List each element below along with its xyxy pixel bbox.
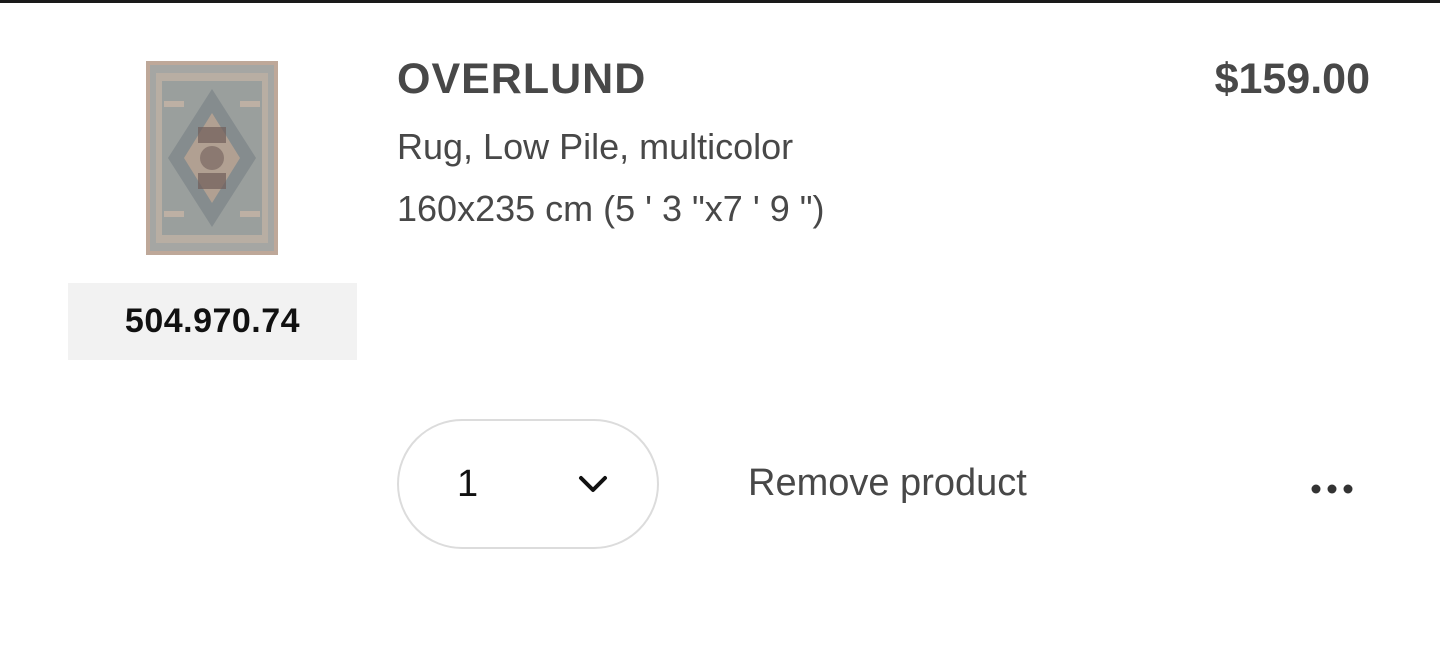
quantity-value: 1 <box>457 463 479 505</box>
product-description: Rug, Low Pile, multicolor <box>397 126 794 167</box>
article-number: 504.970.74 <box>68 283 357 360</box>
rug-image-graphic <box>146 61 278 255</box>
product-size: 160x235 cm (5 ' 3 "x7 ' 9 ") <box>397 188 825 229</box>
more-options-icon[interactable] <box>1303 473 1361 505</box>
product-image[interactable] <box>146 61 278 255</box>
chevron-down-icon <box>579 476 607 492</box>
remove-product-button[interactable]: Remove product <box>748 462 1027 505</box>
product-price: $159.00 <box>1214 55 1370 103</box>
cart-item-card: 504.970.74 OVERLUND Rug, Low Pile, multi… <box>0 3 1440 653</box>
product-name[interactable]: OVERLUND <box>397 55 646 104</box>
quantity-select[interactable]: 1 <box>397 419 659 549</box>
